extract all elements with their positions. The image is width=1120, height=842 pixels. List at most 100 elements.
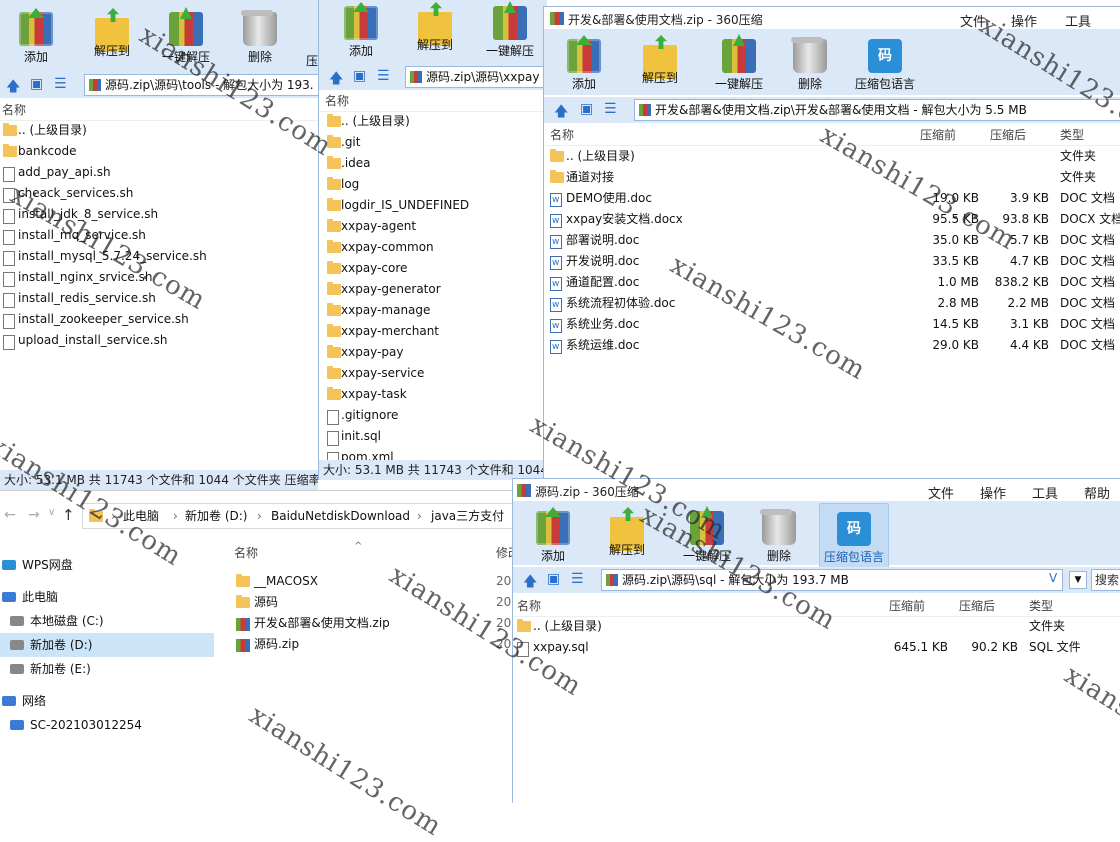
list-item[interactable]: install_mysql_5.7.24_service.sh — [0, 246, 318, 267]
list-item[interactable]: .. (上级目录) — [319, 111, 547, 132]
nav-wps-drive[interactable]: WPS网盘 — [0, 553, 214, 577]
list-item[interactable]: xxpay-manage — [319, 300, 547, 321]
col-name[interactable]: 名称 — [234, 543, 258, 563]
menu-tools[interactable]: 工具 — [1065, 11, 1091, 30]
search-input[interactable]: 搜索 — [1091, 569, 1120, 591]
up-arrow-icon[interactable]: 🡅 — [523, 571, 537, 595]
list-view-icon[interactable]: ☰ — [377, 68, 390, 84]
table-row[interactable]: 部署说明.doc35.0 KB5.7 KBDOC 文档 — [544, 230, 1120, 253]
list-item[interactable]: install_redis_service.sh — [0, 288, 318, 309]
list-item[interactable]: bankcode — [0, 141, 318, 162]
menu-action[interactable]: 操作 — [980, 483, 1006, 502]
col-name[interactable]: 名称 — [550, 125, 574, 145]
table-row[interactable]: 系统业务.doc14.5 KB3.1 KBDOC 文档 — [544, 314, 1120, 337]
list-item[interactable]: .. (上级目录) — [0, 120, 318, 141]
table-row[interactable]: 系统运维.doc29.0 KB4.4 KBDOC 文档 — [544, 335, 1120, 358]
list-item[interactable]: .idea — [319, 153, 547, 174]
column-header-name[interactable]: 名称 — [0, 100, 318, 121]
col-type[interactable]: 类型 — [1029, 596, 1053, 616]
breadcrumb[interactable]: › 此电脑 › 新加卷 (D:) › BaiduNetdiskDownload … — [82, 503, 512, 529]
list-item[interactable]: install_mq_service.sh — [0, 225, 318, 246]
forward-icon[interactable]: → — [28, 507, 40, 523]
table-row[interactable]: 通道配置.doc1.0 MB838.2 KBDOC 文档 — [544, 272, 1120, 295]
delete-button[interactable]: 删除 — [788, 37, 832, 92]
path-input[interactable]: 开发&部署&使用文档.zip\开发&部署&使用文档 - 解包大小为 5.5 MB — [634, 99, 1120, 121]
breadcrumb-item[interactable]: java三方支付 — [431, 504, 504, 528]
list-item[interactable]: .gitignore — [319, 405, 547, 426]
list-item[interactable]: cheack_services.sh — [0, 183, 318, 204]
nav-drive-c[interactable]: 本地磁盘 (C:) — [0, 609, 214, 633]
list-item[interactable]: xxpay-agent — [319, 216, 547, 237]
nav-network[interactable]: 网络 — [0, 689, 214, 713]
list-item[interactable]: xxpay-service — [319, 363, 547, 384]
menu-tools[interactable]: 工具 — [1032, 483, 1058, 502]
table-row[interactable]: 通道对接 文件夹 — [544, 167, 1120, 188]
list-item[interactable]: xxpay-common — [319, 237, 547, 258]
nav-this-pc[interactable]: 此电脑 — [0, 585, 214, 609]
list-item[interactable]: .git — [319, 132, 547, 153]
list-item[interactable]: 源码 20 — [226, 592, 512, 613]
list-item[interactable]: upload_install_service.sh — [0, 330, 318, 351]
one-click-extract-button[interactable]: 一键解压 — [677, 511, 737, 564]
list-item[interactable]: xxpay-merchant — [319, 321, 547, 342]
add-button[interactable]: 添加 — [339, 6, 383, 59]
list-item[interactable]: install_zookeeper_service.sh — [0, 309, 318, 330]
list-item[interactable]: xxpay-pay — [319, 342, 547, 363]
list-item[interactable]: logdir_IS_UNDEFINED — [319, 195, 547, 216]
col-after[interactable]: 压缩后 — [990, 125, 1026, 145]
table-row[interactable]: 系统流程初体验.doc2.8 MB2.2 MBDOC 文档 — [544, 293, 1120, 316]
list-item[interactable]: __MACOSX 20 — [226, 571, 512, 592]
view-icon[interactable]: ▣ — [580, 101, 593, 117]
path-input[interactable]: 源码.zip\源码\xxpay — [405, 66, 547, 88]
nav-pc-sc[interactable]: SC-202103012254 — [0, 713, 214, 737]
column-header-name[interactable]: 名称 — [319, 91, 547, 112]
list-item[interactable]: add_pay_api.sh — [0, 162, 318, 183]
one-click-extract-button[interactable]: 一键解压 — [708, 39, 770, 92]
col-before[interactable]: 压缩前 — [889, 596, 925, 616]
col-after[interactable]: 压缩后 — [959, 596, 995, 616]
path-history-icon[interactable]: V — [1049, 571, 1057, 585]
col-modified[interactable]: 修改 — [496, 543, 512, 563]
path-input[interactable]: 源码.zip\源码\tools - 解包大小为 193. — [84, 74, 318, 96]
menu-file[interactable]: 文件 — [928, 483, 954, 502]
col-type[interactable]: 类型 — [1060, 125, 1084, 145]
breadcrumb-item[interactable]: 新加卷 (D:) — [185, 504, 247, 528]
extract-button[interactable]: 解压到 — [603, 511, 651, 564]
up-arrow-icon[interactable]: 🡅 — [6, 76, 20, 100]
list-view-icon[interactable]: ☰ — [604, 101, 617, 117]
list-item[interactable]: log — [319, 174, 547, 195]
list-view-icon[interactable]: ☰ — [571, 571, 584, 587]
nav-drive-d[interactable]: 新加卷 (D:) — [0, 633, 214, 657]
table-row[interactable]: DEMO使用.doc19.0 KB3.9 KBDOC 文档 — [544, 188, 1120, 211]
view-icon[interactable]: ▣ — [547, 571, 560, 587]
archive-language-button[interactable]: 码压缩包语言 — [850, 39, 920, 92]
table-row[interactable]: .. (上级目录) 文件夹 — [544, 146, 1120, 167]
list-item[interactable]: init.sql — [319, 426, 547, 447]
extract-button[interactable]: 解压到 — [88, 12, 136, 65]
view-icon[interactable]: ▣ — [30, 76, 43, 92]
menu-file[interactable]: 文件 — [960, 11, 986, 30]
breadcrumb-item[interactable]: 此电脑 — [123, 504, 159, 528]
menu-action[interactable]: 操作 — [1011, 11, 1037, 30]
delete-button[interactable]: 删除 — [238, 10, 282, 65]
extract-button[interactable]: 解压到 — [636, 39, 684, 92]
one-click-extract-button[interactable]: 一键解压 — [156, 12, 216, 65]
list-item[interactable]: 开发&部署&使用文档.zip 20 — [226, 613, 512, 634]
add-button[interactable]: 添加 — [531, 511, 575, 564]
up-arrow-icon[interactable]: 🡅 — [554, 101, 568, 125]
list-item[interactable]: xxpay-core — [319, 258, 547, 279]
extract-button[interactable]: 解压到 — [411, 6, 459, 59]
recent-icon[interactable]: ∨ — [48, 507, 55, 518]
delete-button[interactable]: 删除 — [757, 509, 801, 564]
table-row[interactable]: .. (上级目录) 文件夹 — [513, 616, 1120, 637]
col-before[interactable]: 压缩前 — [920, 125, 956, 145]
add-button[interactable]: 添加 — [562, 39, 606, 92]
table-row[interactable]: 开发说明.doc33.5 KB4.7 KBDOC 文档 — [544, 251, 1120, 274]
list-item[interactable]: xxpay-task — [319, 384, 547, 405]
table-row[interactable]: xxpay安装文档.docx95.5 KB93.8 KBDOCX 文档 — [544, 209, 1120, 232]
dropdown-icon[interactable]: ▼ — [1069, 571, 1087, 589]
path-input[interactable]: 源码.zip\源码\sql - 解包大小为 193.7 MB — [601, 569, 1063, 591]
add-button[interactable]: 添加 — [14, 12, 58, 65]
list-item[interactable]: xxpay-generator — [319, 279, 547, 300]
view-icon[interactable]: ▣ — [353, 68, 366, 84]
